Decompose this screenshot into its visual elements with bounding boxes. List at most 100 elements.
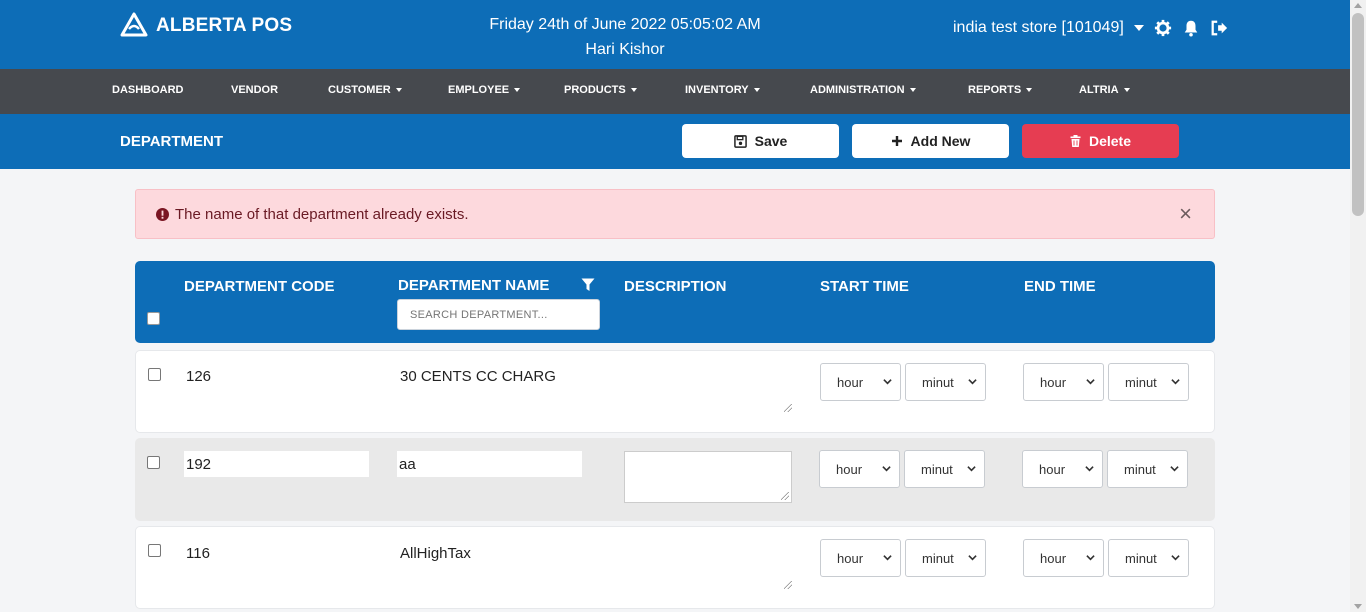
textarea-resize-handle[interactable] bbox=[784, 581, 792, 589]
textarea-resize-handle[interactable] bbox=[784, 404, 792, 412]
end-minute-select[interactable]: minut bbox=[1107, 450, 1188, 488]
column-header-start-time[interactable]: START TIME bbox=[820, 278, 909, 295]
nav-altria[interactable]: ALTRIA bbox=[1079, 84, 1130, 96]
logout-icon[interactable] bbox=[1210, 19, 1228, 37]
column-header-description[interactable]: DESCRIPTION bbox=[624, 278, 727, 295]
end-minute-select[interactable]: minut bbox=[1108, 539, 1189, 577]
chevron-down-icon bbox=[753, 88, 760, 92]
nav-dashboard[interactable]: DASHBOARD bbox=[112, 84, 184, 96]
nav-label: EMPLOYEE bbox=[448, 84, 510, 96]
start-hour-select[interactable]: hour bbox=[819, 450, 900, 488]
chevron-down-icon bbox=[1086, 379, 1095, 385]
header-datetime: Friday 24th of June 2022 05:05:02 AM Har… bbox=[450, 12, 800, 62]
select-all-checkbox[interactable] bbox=[147, 312, 160, 325]
nav-label: INVENTORY bbox=[685, 84, 749, 96]
end-minute-select[interactable]: minut bbox=[1108, 363, 1189, 401]
nav-employee[interactable]: EMPLOYEE bbox=[448, 84, 521, 96]
row-checkbox[interactable] bbox=[147, 456, 160, 469]
scrollbar-thumb[interactable] bbox=[1352, 13, 1364, 216]
table-row[interactable]: 126 30 CENTS CC CHARG hour minut hour mi… bbox=[135, 350, 1215, 433]
department-code-input[interactable] bbox=[184, 451, 369, 477]
select-value: minut bbox=[922, 374, 954, 390]
chevron-down-icon bbox=[909, 88, 916, 92]
nav-customer[interactable]: CUSTOMER bbox=[328, 84, 402, 96]
select-value: hour bbox=[1040, 374, 1067, 390]
chevron-down-icon bbox=[1171, 555, 1180, 561]
chevron-down-icon bbox=[630, 88, 637, 92]
department-search-input[interactable] bbox=[397, 299, 600, 330]
nav-label: ALTRIA bbox=[1079, 84, 1119, 96]
nav-products[interactable]: PRODUCTS bbox=[564, 84, 637, 96]
start-minute-select[interactable]: minut bbox=[904, 450, 985, 488]
floppy-disk-icon bbox=[733, 134, 747, 148]
chevron-down-icon bbox=[1123, 88, 1130, 92]
end-hour-select[interactable]: hour bbox=[1023, 363, 1104, 401]
chevron-down-icon bbox=[968, 379, 977, 385]
alert-message: The name of that department already exis… bbox=[175, 205, 469, 223]
start-minute-select[interactable]: minut bbox=[905, 539, 986, 577]
select-value: hour bbox=[837, 374, 864, 390]
add-new-button[interactable]: Add New bbox=[852, 124, 1009, 158]
vertical-scrollbar[interactable] bbox=[1350, 0, 1366, 612]
nav-vendor[interactable]: VENDOR bbox=[231, 84, 278, 96]
trash-icon bbox=[1070, 135, 1081, 147]
textarea-resize-handle[interactable] bbox=[781, 492, 789, 500]
chevron-down-icon bbox=[882, 466, 891, 472]
close-icon[interactable]: × bbox=[1179, 203, 1192, 225]
column-header-name[interactable]: DEPARTMENT NAME bbox=[398, 277, 549, 294]
select-value: minut bbox=[1124, 461, 1156, 477]
nav-inventory[interactable]: INVENTORY bbox=[685, 84, 760, 96]
column-header-end-time[interactable]: END TIME bbox=[1024, 278, 1096, 295]
nav-label: REPORTS bbox=[968, 84, 1022, 96]
row-checkbox[interactable] bbox=[148, 368, 161, 381]
store-selector[interactable]: india test store [101049] bbox=[953, 19, 1124, 37]
row-checkbox[interactable] bbox=[148, 544, 161, 557]
department-name: 30 CENTS CC CHARG bbox=[400, 368, 556, 385]
department-code: 116 bbox=[186, 545, 210, 562]
start-hour-select[interactable]: hour bbox=[820, 363, 901, 401]
gear-icon[interactable] bbox=[1154, 19, 1172, 37]
chevron-down-icon bbox=[968, 555, 977, 561]
end-hour-select[interactable]: hour bbox=[1022, 450, 1103, 488]
department-name-input[interactable] bbox=[397, 451, 582, 477]
nav-administration[interactable]: ADMINISTRATION bbox=[810, 84, 916, 96]
select-value: minut bbox=[1125, 550, 1157, 566]
scroll-down-arrow-icon[interactable] bbox=[1354, 604, 1362, 609]
end-hour-select[interactable]: hour bbox=[1023, 539, 1104, 577]
table-row-editing[interactable]: hour minut hour minut bbox=[135, 438, 1215, 521]
filter-icon[interactable] bbox=[581, 278, 595, 292]
select-value: hour bbox=[837, 550, 864, 566]
chevron-down-icon bbox=[1086, 555, 1095, 561]
add-new-label: Add New bbox=[910, 133, 971, 149]
start-minute-select[interactable]: minut bbox=[905, 363, 986, 401]
top-header: ALBERTA POS Friday 24th of June 2022 05:… bbox=[0, 0, 1350, 69]
delete-button[interactable]: Delete bbox=[1022, 124, 1179, 158]
chevron-down-icon bbox=[883, 555, 892, 561]
plus-icon bbox=[891, 136, 902, 146]
nav-label: DASHBOARD bbox=[112, 84, 184, 96]
brand[interactable]: ALBERTA POS bbox=[120, 12, 292, 40]
column-header-code[interactable]: DEPARTMENT CODE bbox=[184, 278, 335, 295]
table-row[interactable]: 116 AllHighTax hour minut hour minut bbox=[135, 526, 1215, 609]
scroll-up-arrow-icon[interactable] bbox=[1354, 3, 1362, 8]
bell-icon[interactable] bbox=[1182, 19, 1200, 37]
current-date: Friday 24th of June 2022 05:05:02 AM bbox=[489, 16, 761, 33]
page-toolbar: DEPARTMENT Save Add New Delete bbox=[0, 114, 1350, 169]
chevron-down-icon bbox=[1085, 466, 1094, 472]
description-textarea[interactable] bbox=[624, 451, 792, 503]
store-dropdown-icon[interactable] bbox=[1133, 25, 1144, 31]
brand-name: ALBERTA POS bbox=[156, 15, 293, 36]
store-area: india test store [101049] bbox=[953, 19, 1228, 37]
chevron-down-icon bbox=[967, 466, 976, 472]
exclamation-circle-icon bbox=[156, 207, 169, 221]
department-code: 126 bbox=[186, 368, 212, 385]
nav-label: CUSTOMER bbox=[328, 84, 391, 96]
start-hour-select[interactable]: hour bbox=[820, 539, 901, 577]
table-header: DEPARTMENT CODE DEPARTMENT NAME DESCRIPT… bbox=[135, 261, 1215, 343]
nav-reports[interactable]: REPORTS bbox=[968, 84, 1033, 96]
nav-label: VENDOR bbox=[231, 84, 279, 96]
select-value: minut bbox=[921, 461, 953, 477]
chevron-down-icon bbox=[395, 88, 402, 92]
select-value: minut bbox=[922, 550, 954, 566]
save-button[interactable]: Save bbox=[682, 124, 839, 158]
